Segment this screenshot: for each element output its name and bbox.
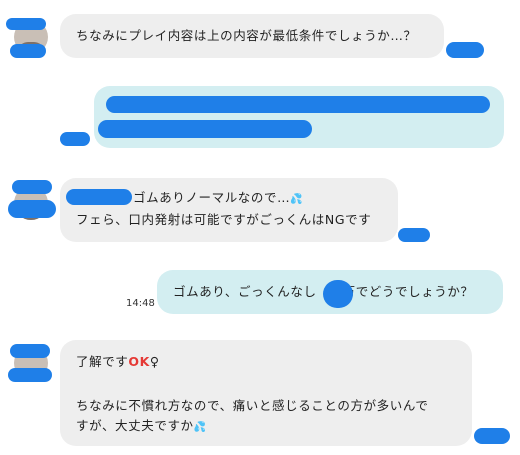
message-text-line: すが、大丈夫ですか💦 [76, 416, 207, 438]
redaction-mark [12, 180, 52, 194]
message-text: 万でどうでしょうか？ [342, 284, 474, 299]
redaction-mark [10, 344, 50, 358]
redaction-mark [10, 44, 46, 58]
message-bubble-incoming: 了解ですOK♀ ちなみに不慣れ方なので、痛いと感じることの方が多いんで すが、大… [60, 340, 472, 446]
message-bubble-incoming: ちなみにプレイ内容は上の内容が最低条件でしょうか…？ [60, 14, 444, 58]
message-text: ちなみにプレイ内容は上の内容が最低条件でしょうか…？ [76, 28, 417, 43]
redaction-mark [6, 18, 46, 30]
message-text: 了解です [76, 354, 129, 369]
message-text: ゴムありノーマルなので… [133, 190, 291, 205]
redaction-mark [323, 280, 353, 308]
message-text-line: 了解ですOK♀ [76, 352, 160, 372]
redaction-mark [8, 368, 52, 382]
redaction-mark [8, 200, 56, 218]
redaction-mark [446, 42, 484, 58]
message-text: ゴムあり、ごっくんなし [173, 284, 317, 299]
redaction-mark [398, 228, 430, 242]
timestamp: 14:48 [126, 298, 155, 309]
message-text: すが、大丈夫ですか [76, 418, 194, 433]
redaction-mark [474, 428, 510, 444]
sweat-drops-icon: 💦 [290, 194, 304, 205]
message-bubble-incoming: ゴムありノーマルなので…💦 フェら、口内発射は可能ですがごっくんはNGです [60, 178, 398, 242]
message-text: フェら、口内発射は可能ですがごっくんはNGです [76, 212, 372, 227]
message-bubble-outgoing: ゴムあり、ごっくんなし 万でどうでしょうか？ [157, 270, 503, 314]
sweat-drops-icon: 💦 [193, 422, 207, 433]
redaction-mark [106, 96, 490, 113]
message-text: ちなみに不慣れ方なので、痛いと感じることの方が多いんで [76, 398, 429, 413]
redaction-mark [98, 120, 312, 138]
ok-emoji-icon: OK [128, 354, 150, 369]
redaction-mark [66, 189, 132, 205]
redaction-mark [60, 132, 90, 146]
female-sign-icon: ♀ [149, 354, 160, 369]
message-text-line: ゴムありノーマルなので…💦 [133, 188, 303, 210]
